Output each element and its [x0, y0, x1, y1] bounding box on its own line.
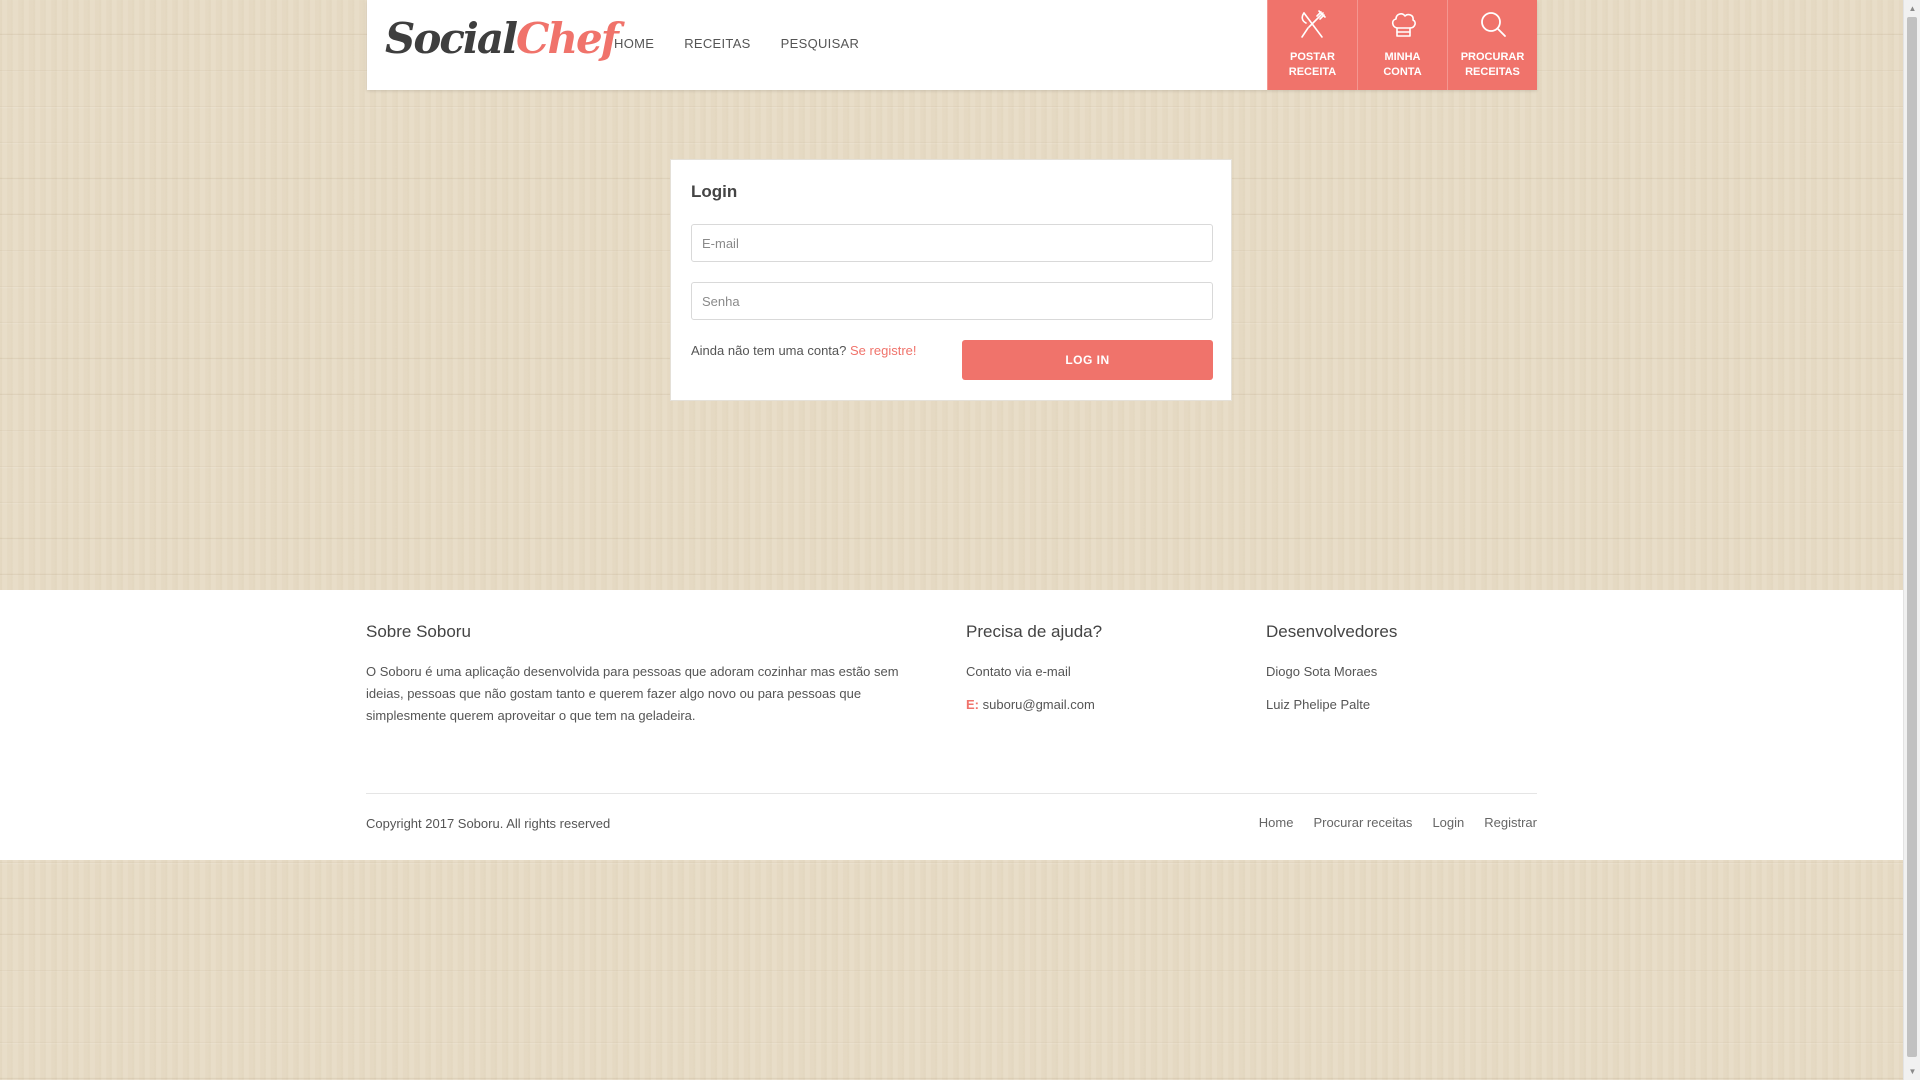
- login-title: Login: [691, 182, 738, 201]
- my-account-label: MINHA CONTA: [1383, 51, 1422, 78]
- help-email: E: suboru@gmail.com: [966, 697, 1226, 712]
- login-card: Login Ainda não tem uma conta? Se regist…: [670, 159, 1232, 401]
- register-link[interactable]: Se registre!: [850, 343, 916, 358]
- chef-hat-icon: [1391, 13, 1416, 37]
- copyright: Copyright 2017 Soboru. All rights reserv…: [366, 816, 611, 831]
- email-field[interactable]: [691, 224, 1213, 262]
- nav-home[interactable]: HOME: [614, 36, 654, 51]
- footer-link-register[interactable]: Registrar: [1484, 815, 1537, 830]
- post-recipe-button[interactable]: POSTAR RECEITA: [1267, 0, 1357, 90]
- nav-recipes[interactable]: RECEITAS: [684, 36, 750, 51]
- footer-link-login[interactable]: Login: [1432, 815, 1464, 830]
- about-text: O Soboru é uma aplicação desenvolvida pa…: [366, 664, 899, 723]
- footer-about: Sobre Soboru O Soboru é uma aplicação de…: [366, 622, 936, 727]
- login-button[interactable]: LOG IN: [962, 340, 1213, 380]
- developer-name: Diogo Sota Moraes: [1266, 664, 1378, 679]
- developers-title: Desenvolvedores: [1266, 622, 1398, 641]
- search-icon: [1480, 12, 1506, 37]
- footer-divider: [366, 793, 1537, 794]
- developer-name: Luiz Phelipe Palte: [1266, 697, 1371, 712]
- about-title: Sobre Soboru: [366, 622, 471, 641]
- search-recipes-button[interactable]: PROCURAR RECEITAS: [1447, 0, 1537, 90]
- main-nav: HOME RECEITAS PESQUISAR: [614, 36, 859, 51]
- register-prompt: Ainda não tem uma conta? Se registre!: [691, 343, 917, 358]
- footer-links: Home Procurar receitas Login Registrar: [1259, 815, 1537, 830]
- logo[interactable]: SocialChef: [385, 14, 619, 63]
- scroll-thumb[interactable]: [1907, 17, 1917, 1057]
- nav-search[interactable]: PESQUISAR: [781, 36, 860, 51]
- logo-text-social: Social: [385, 14, 518, 63]
- page-scrollbar[interactable]: ▲ ▼: [1903, 0, 1920, 1080]
- footer-link-home[interactable]: Home: [1259, 815, 1294, 830]
- scroll-up-arrow-icon[interactable]: ▲: [1904, 0, 1920, 17]
- help-title: Precisa de ajuda?: [966, 622, 1103, 641]
- post-recipe-label: POSTAR RECEITA: [1288, 51, 1337, 78]
- logo-text-chef: Chef: [516, 14, 619, 63]
- header-actions: POSTAR RECEITA MINHA CONTA PROCURAR RECEITA…: [1267, 0, 1537, 90]
- footer-help: Precisa de ajuda? Contato via e-mail E: …: [966, 622, 1226, 712]
- fork-knife-icon: [1300, 10, 1326, 38]
- email-address[interactable]: suboru@gmail.com: [983, 697, 1095, 712]
- email-label: E:: [966, 697, 979, 712]
- site-footer: Sobre Soboru O Soboru é uma aplicação de…: [0, 590, 1903, 860]
- scroll-down-arrow-icon[interactable]: ▼: [1904, 1063, 1920, 1080]
- search-recipes-label: PROCURAR RECEITAS: [1460, 51, 1525, 78]
- site-header: SocialChef HOME RECEITAS PESQUISAR POSTA…: [367, 0, 1537, 90]
- footer-developers: Desenvolvedores Diogo Sota Moraes Luiz P…: [1266, 622, 1536, 712]
- password-field[interactable]: [691, 282, 1213, 320]
- my-account-button[interactable]: MINHA CONTA: [1357, 0, 1447, 90]
- help-contact: Contato via e-mail: [966, 664, 1071, 679]
- footer-link-search-recipes[interactable]: Procurar receitas: [1313, 815, 1412, 830]
